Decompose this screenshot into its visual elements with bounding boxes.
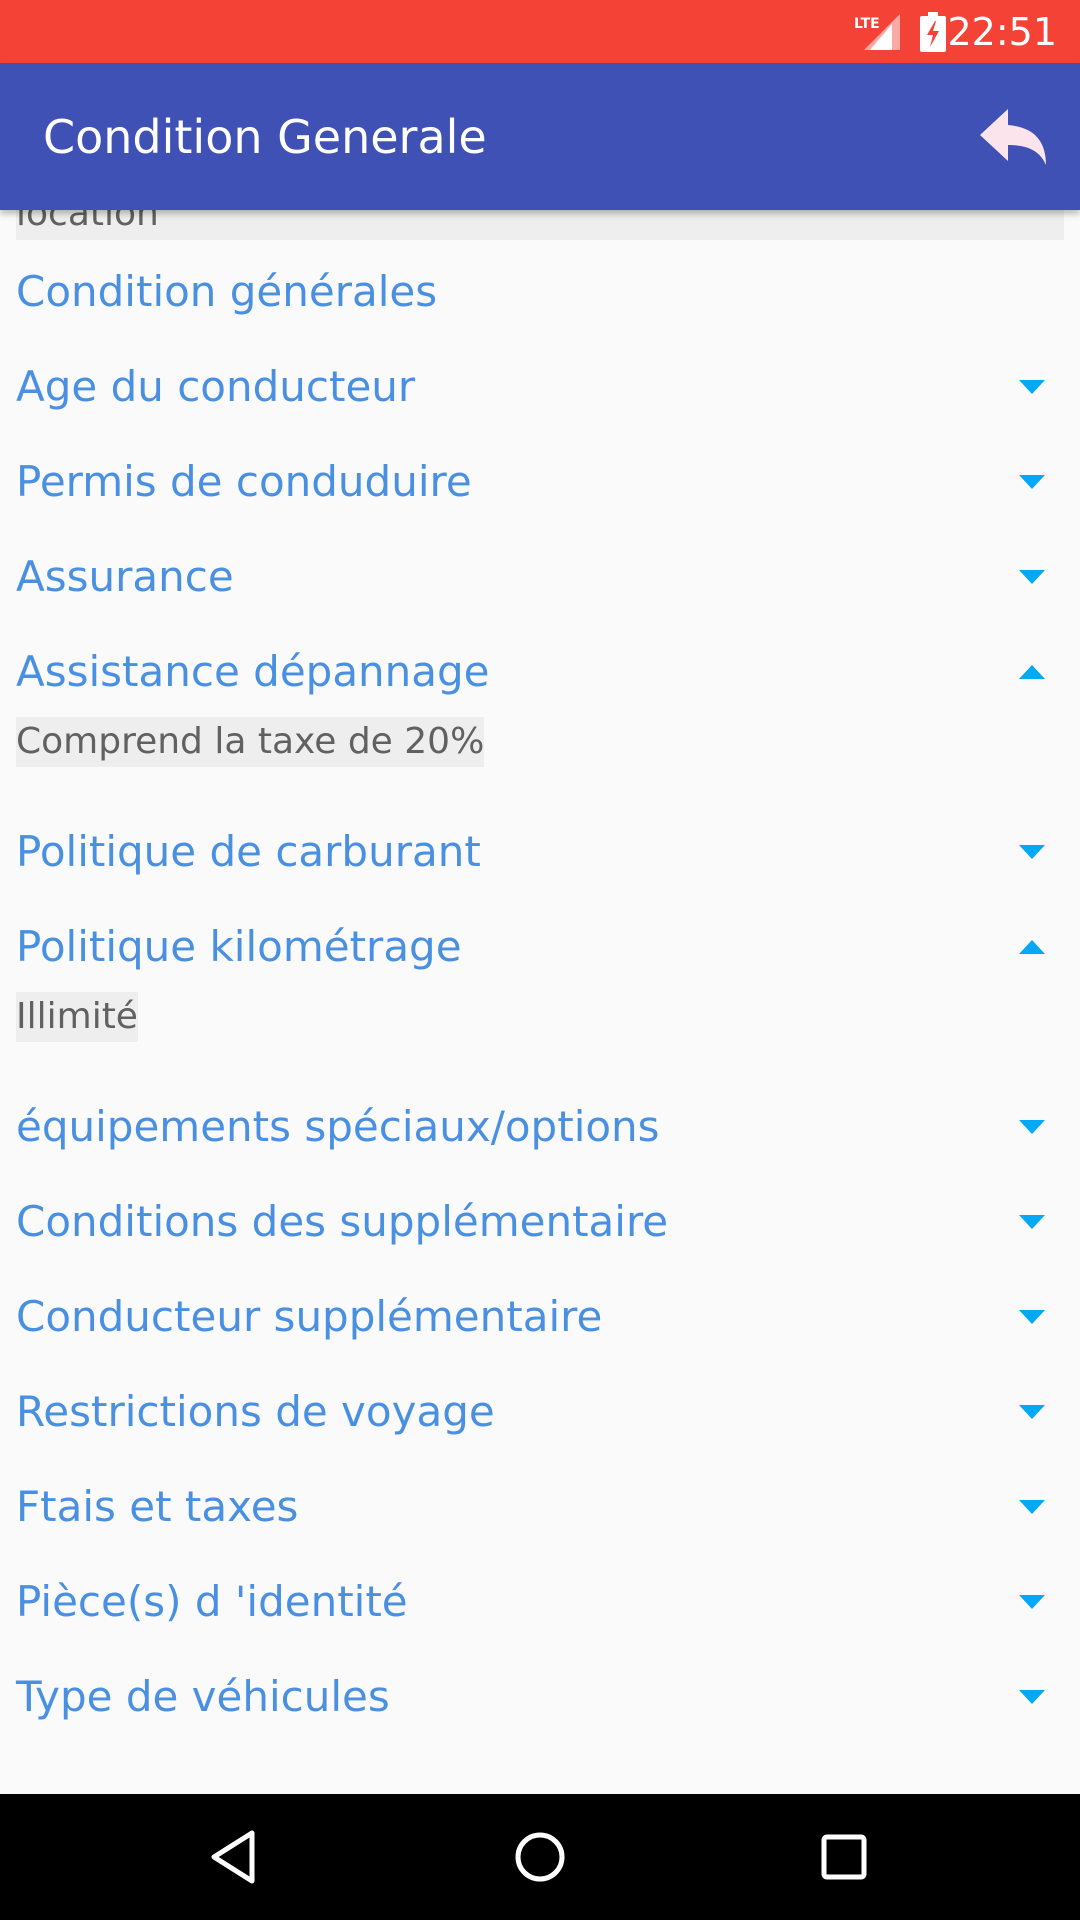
list-item[interactable]: Assurance (0, 537, 1080, 617)
partial-detail-text: location (16, 210, 1064, 240)
navigation-bar (0, 1794, 1080, 1920)
home-circle-icon[interactable] (508, 1825, 572, 1889)
list-item-label: Restrictions de voyage (16, 1387, 495, 1436)
list-item[interactable]: Conditions des supplémentaire (0, 1182, 1080, 1262)
chevron-down-icon[interactable] (1019, 1310, 1045, 1324)
list-item[interactable]: Politique kilométrage (0, 907, 1080, 987)
recents-square-icon[interactable] (812, 1825, 876, 1889)
list-item-label: Ftais et taxes (16, 1482, 299, 1531)
chevron-down-icon[interactable] (1019, 475, 1045, 489)
page-title: Condition Generale (43, 110, 487, 164)
back-triangle-icon[interactable] (204, 1825, 268, 1889)
chevron-down-icon[interactable] (1019, 570, 1045, 584)
list-item-label: Pièce(s) d 'identité (16, 1577, 408, 1626)
list-item[interactable]: Permis de conduduire (0, 442, 1080, 522)
list-item[interactable]: Politique de carburant (0, 812, 1080, 892)
list-item-detail: Illimité (16, 992, 138, 1042)
list-item-label: Type de véhicules (16, 1672, 390, 1721)
list-item[interactable]: Ftais et taxes (0, 1467, 1080, 1547)
lte-label: LTE (854, 16, 880, 32)
chevron-down-icon[interactable] (1019, 1690, 1045, 1704)
list-item[interactable]: Restrictions de voyage (0, 1372, 1080, 1452)
list-item-label: Assurance (16, 552, 234, 601)
chevron-up-icon[interactable] (1019, 665, 1045, 679)
list-item[interactable]: Age du conducteur (0, 347, 1080, 427)
list-item-detail: Comprend la taxe de 20% (16, 717, 485, 767)
list-item[interactable]: Conducteur supplémentaire (0, 1277, 1080, 1357)
list-item-label: Permis de conduduire (16, 457, 472, 506)
partial-detail-label: location (16, 210, 159, 234)
conditions-list[interactable]: location Condition générales Age du cond… (0, 210, 1080, 1794)
list-item-label: Assistance dépannage (16, 647, 490, 696)
section-header: Condition générales (16, 267, 438, 316)
section-header-row: Condition générales (0, 252, 1080, 332)
battery-charging-icon (920, 12, 946, 52)
list-item[interactable]: Assistance dépannage (0, 632, 1080, 712)
list-item-label: Conducteur supplémentaire (16, 1292, 603, 1341)
list-item-label: Age du conducteur (16, 362, 416, 411)
list-item-label: Conditions des supplémentaire (16, 1197, 669, 1246)
status-bar: LTE 22:51 (0, 0, 1080, 63)
chevron-down-icon[interactable] (1019, 380, 1045, 394)
app-bar: Condition Generale (0, 63, 1080, 210)
chevron-down-icon[interactable] (1019, 1215, 1045, 1229)
list-item[interactable]: Pièce(s) d 'identité (0, 1562, 1080, 1642)
chevron-down-icon[interactable] (1019, 845, 1045, 859)
list-item-label: équipements spéciaux/options (16, 1102, 660, 1151)
lte-signal-icon: LTE (854, 14, 900, 50)
chevron-down-icon[interactable] (1019, 1595, 1045, 1609)
chevron-down-icon[interactable] (1019, 1500, 1045, 1514)
reply-arrow-icon[interactable] (976, 105, 1052, 169)
status-clock: 22:51 (947, 10, 1057, 54)
chevron-down-icon[interactable] (1019, 1405, 1045, 1419)
list-item[interactable]: Type de véhicules (0, 1657, 1080, 1737)
list-item-label: Politique de carburant (16, 827, 481, 876)
chevron-up-icon[interactable] (1019, 940, 1045, 954)
list-item[interactable]: équipements spéciaux/options (0, 1087, 1080, 1167)
chevron-down-icon[interactable] (1019, 1120, 1045, 1134)
list-item-label: Politique kilométrage (16, 922, 462, 971)
